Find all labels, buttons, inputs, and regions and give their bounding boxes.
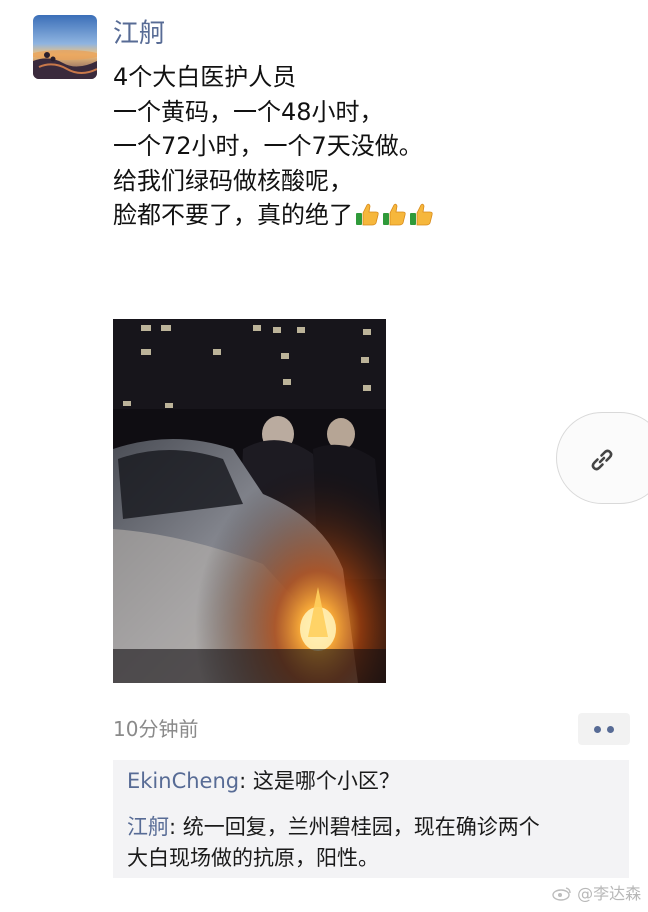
avatar[interactable] bbox=[33, 15, 97, 79]
thumbs-up-emoji-icon bbox=[410, 203, 433, 226]
more-actions-button[interactable] bbox=[578, 713, 630, 745]
post-timestamp: 10分钟前 bbox=[113, 717, 199, 741]
post-line-1: 4个大白医护人员 bbox=[113, 63, 297, 91]
avatar-image bbox=[33, 15, 97, 79]
post-line-4: 给我们绿码做核酸呢， bbox=[113, 166, 353, 195]
post-photo[interactable] bbox=[113, 319, 386, 683]
post-line-5: 脸都不要了，真的绝了 bbox=[113, 201, 353, 229]
post-line-5-wrap: 脸都不要了，真的绝了 bbox=[113, 198, 613, 233]
share-link-button[interactable] bbox=[556, 412, 648, 504]
comment-text: : 统一回复，兰州碧桂园，现在确诊两个 bbox=[169, 815, 540, 839]
comment-item[interactable]: 江舸: 统一回复，兰州碧桂园，现在确诊两个 大白现场做的抗原，阳性。 bbox=[127, 812, 617, 874]
post-author-name[interactable]: 江舸 bbox=[113, 16, 165, 52]
weibo-logo-icon bbox=[552, 887, 571, 901]
comments-section: EkinCheng: 这是哪个小区？ 江舸: 统一回复，兰州碧桂园，现在确诊两个… bbox=[113, 760, 629, 878]
more-dots-icon bbox=[607, 726, 614, 733]
comment-text-continued: 大白现场做的抗原，阳性。 bbox=[127, 846, 379, 870]
link-icon bbox=[591, 449, 613, 471]
thumbs-up-emoji-icon bbox=[356, 203, 379, 226]
moments-post: 江舸 4个大白医护人员 一个黄码，一个48小时， 一个72小时，一个7天没做。 … bbox=[0, 0, 648, 912]
post-text: 4个大白医护人员 一个黄码，一个48小时， 一个72小时，一个7天没做。 给我们… bbox=[113, 60, 613, 233]
more-dots-icon bbox=[594, 726, 601, 733]
thumbs-up-emoji-icon bbox=[383, 203, 406, 226]
comment-author[interactable]: 江舸 bbox=[127, 815, 169, 839]
post-line-3: 一个72小时，一个7天没做。 bbox=[113, 132, 423, 160]
post-line-2: 一个黄码，一个48小时， bbox=[113, 97, 384, 126]
watermark: @李达森 bbox=[552, 884, 641, 904]
comment-author[interactable]: EkinCheng bbox=[127, 769, 239, 793]
night-scene-image bbox=[113, 319, 386, 683]
comment-text: : 这是哪个小区？ bbox=[239, 769, 400, 793]
watermark-text: @李达森 bbox=[577, 884, 642, 903]
comment-item[interactable]: EkinCheng: 这是哪个小区？ bbox=[127, 766, 617, 797]
